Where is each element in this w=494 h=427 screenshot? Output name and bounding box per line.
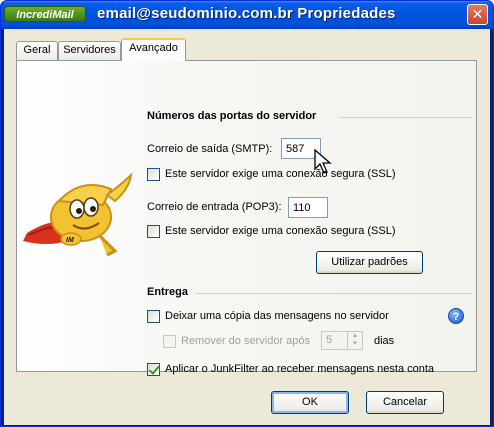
properties-window: IncrediMail email@seudominio.com.br Prop… bbox=[0, 0, 494, 427]
svg-text:IM: IM bbox=[66, 237, 74, 244]
use-defaults-button[interactable]: Utilizar padrões bbox=[316, 251, 423, 274]
tab-panel-avancado: IM Números das portas do servidor Correi… bbox=[16, 60, 477, 376]
delivery-group-heading: Entrega bbox=[147, 286, 188, 298]
leave-copy-checkbox[interactable] bbox=[147, 310, 160, 323]
junkfilter-label: Aplicar o JunkFilter ao receber mensagen… bbox=[165, 363, 435, 375]
cancel-button[interactable]: Cancelar bbox=[366, 391, 444, 414]
dialog-client-area: Geral Servidores Avançado IM Números das… bbox=[4, 29, 490, 425]
help-icon[interactable]: ? bbox=[448, 308, 464, 324]
smtp-ssl-checkbox[interactable] bbox=[147, 168, 160, 181]
remove-after-checkbox[interactable] bbox=[163, 335, 176, 348]
tab-avancado[interactable]: Avançado bbox=[121, 38, 186, 61]
leave-copy-label: Deixar uma cópia das mensagens no servid… bbox=[165, 310, 389, 322]
pop3-ssl-label: Este servidor exige uma conexão segura (… bbox=[165, 225, 396, 237]
incredimail-brand-logo: IncrediMail bbox=[4, 6, 86, 22]
ok-button[interactable]: OK bbox=[271, 391, 349, 414]
ports-group-separator bbox=[339, 117, 471, 118]
window-title: email@seudominio.com.br Propriedades bbox=[97, 5, 396, 22]
remove-after-label: Remover do servidor após bbox=[181, 335, 311, 347]
close-button[interactable]: ✕ bbox=[467, 4, 488, 25]
smtp-port-label: Correio de saída (SMTP): bbox=[147, 143, 273, 155]
junkfilter-checkbox[interactable] bbox=[147, 363, 160, 376]
spinner-up-icon[interactable]: ▲ bbox=[348, 332, 362, 340]
pop3-ssl-checkbox[interactable] bbox=[147, 225, 160, 238]
tab-geral[interactable]: Geral bbox=[16, 41, 58, 60]
tab-servidores[interactable]: Servidores bbox=[58, 41, 121, 60]
spinner-down-icon[interactable]: ▼ bbox=[348, 340, 362, 348]
smtp-ssl-label: Este servidor exige uma conexão segura (… bbox=[165, 168, 396, 180]
incredimail-mascot-icon: IM bbox=[23, 172, 133, 257]
spinner-arrows[interactable]: ▲ ▼ bbox=[347, 332, 362, 349]
delivery-group-separator bbox=[195, 293, 471, 294]
remove-after-days-value: 5 bbox=[326, 334, 333, 346]
pop3-port-label: Correio de entrada (POP3): bbox=[147, 201, 282, 213]
title-bar[interactable]: IncrediMail email@seudominio.com.br Prop… bbox=[1, 1, 493, 29]
remove-after-days-spinner[interactable]: 5 ▲ ▼ bbox=[321, 331, 363, 350]
days-label: dias bbox=[374, 335, 395, 347]
pop3-port-input[interactable] bbox=[288, 197, 328, 218]
ports-group-heading: Números das portas do servidor bbox=[147, 110, 317, 122]
